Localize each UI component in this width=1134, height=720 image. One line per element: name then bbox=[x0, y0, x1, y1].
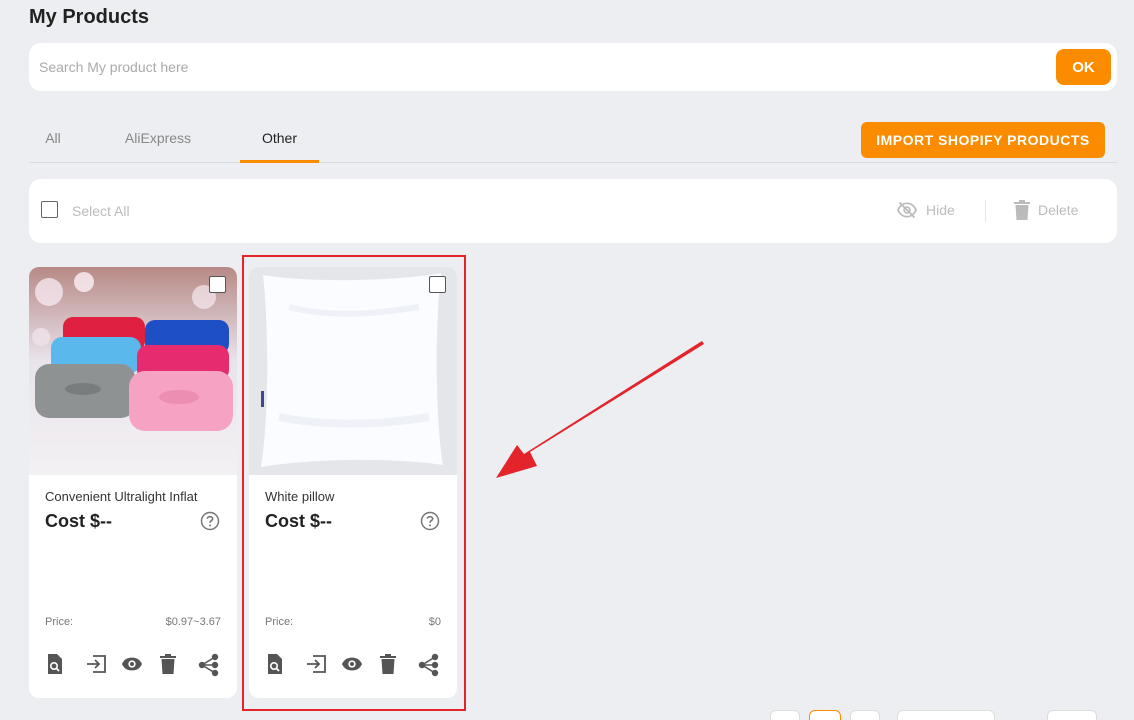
bulk-action-toolbar: Select All Hide Delete bbox=[29, 179, 1117, 243]
page-title: My Products bbox=[29, 6, 150, 28]
pagination-page-button[interactable] bbox=[809, 710, 841, 720]
trash-icon[interactable] bbox=[380, 653, 396, 675]
import-shopify-products-button[interactable]: IMPORT SHOPIFY PRODUCTS bbox=[861, 122, 1105, 158]
card-actions bbox=[249, 653, 457, 679]
product-image[interactable] bbox=[249, 267, 457, 475]
share-icon[interactable] bbox=[198, 653, 220, 677]
hide-label: Hide bbox=[926, 202, 955, 218]
select-all-label: Select All bbox=[72, 203, 130, 219]
import-icon[interactable] bbox=[305, 653, 327, 675]
eye-icon[interactable] bbox=[121, 653, 143, 675]
search-input[interactable] bbox=[29, 43, 1056, 91]
pagination-prev-button[interactable] bbox=[770, 710, 800, 720]
trash-icon[interactable] bbox=[160, 653, 176, 675]
card-actions bbox=[29, 653, 237, 679]
share-icon[interactable] bbox=[418, 653, 440, 677]
pagination-next-button[interactable] bbox=[850, 710, 880, 720]
delete-label: Delete bbox=[1038, 202, 1079, 218]
page-size-select[interactable] bbox=[897, 710, 995, 720]
price-label: Price: bbox=[45, 616, 74, 628]
product-name[interactable]: Convenient Ultralight Inflat bbox=[45, 489, 225, 504]
search-bar: OK bbox=[29, 43, 1117, 91]
search-ok-button[interactable]: OK bbox=[1056, 49, 1111, 85]
question-circle-icon[interactable] bbox=[420, 511, 440, 531]
product-cost: Cost $-- bbox=[45, 511, 112, 531]
page-jump-input[interactable] bbox=[1047, 710, 1097, 720]
question-circle-icon[interactable] bbox=[200, 511, 220, 531]
product-cost: Cost $-- bbox=[265, 511, 332, 531]
product-card[interactable]: Convenient Ultralight Inflat Cost $-- Pr… bbox=[29, 267, 237, 698]
tab-all[interactable]: All bbox=[45, 130, 61, 163]
product-checkbox[interactable] bbox=[429, 276, 446, 293]
document-search-icon[interactable] bbox=[47, 653, 63, 675]
hide-button[interactable]: Hide bbox=[896, 200, 955, 220]
select-all-checkbox[interactable] bbox=[41, 201, 58, 218]
document-search-icon[interactable] bbox=[267, 653, 283, 675]
trash-icon bbox=[1014, 200, 1030, 220]
product-checkbox[interactable] bbox=[209, 276, 226, 293]
tab-other[interactable]: Other bbox=[240, 130, 319, 163]
tab-aliexpress[interactable]: AliExpress bbox=[124, 130, 192, 163]
product-card[interactable]: White pillow Cost $-- Price: $0 bbox=[249, 267, 457, 698]
price-value: $0.97~3.67 bbox=[165, 616, 221, 628]
price-label: Price: bbox=[265, 616, 294, 628]
import-icon[interactable] bbox=[85, 653, 107, 675]
delete-button[interactable]: Delete bbox=[1014, 200, 1078, 220]
product-image[interactable] bbox=[29, 267, 237, 475]
product-name[interactable]: White pillow bbox=[265, 489, 445, 504]
eye-off-icon bbox=[896, 201, 918, 219]
eye-icon[interactable] bbox=[341, 653, 363, 675]
toolbar-divider bbox=[985, 200, 986, 222]
price-value: $0 bbox=[428, 616, 441, 628]
